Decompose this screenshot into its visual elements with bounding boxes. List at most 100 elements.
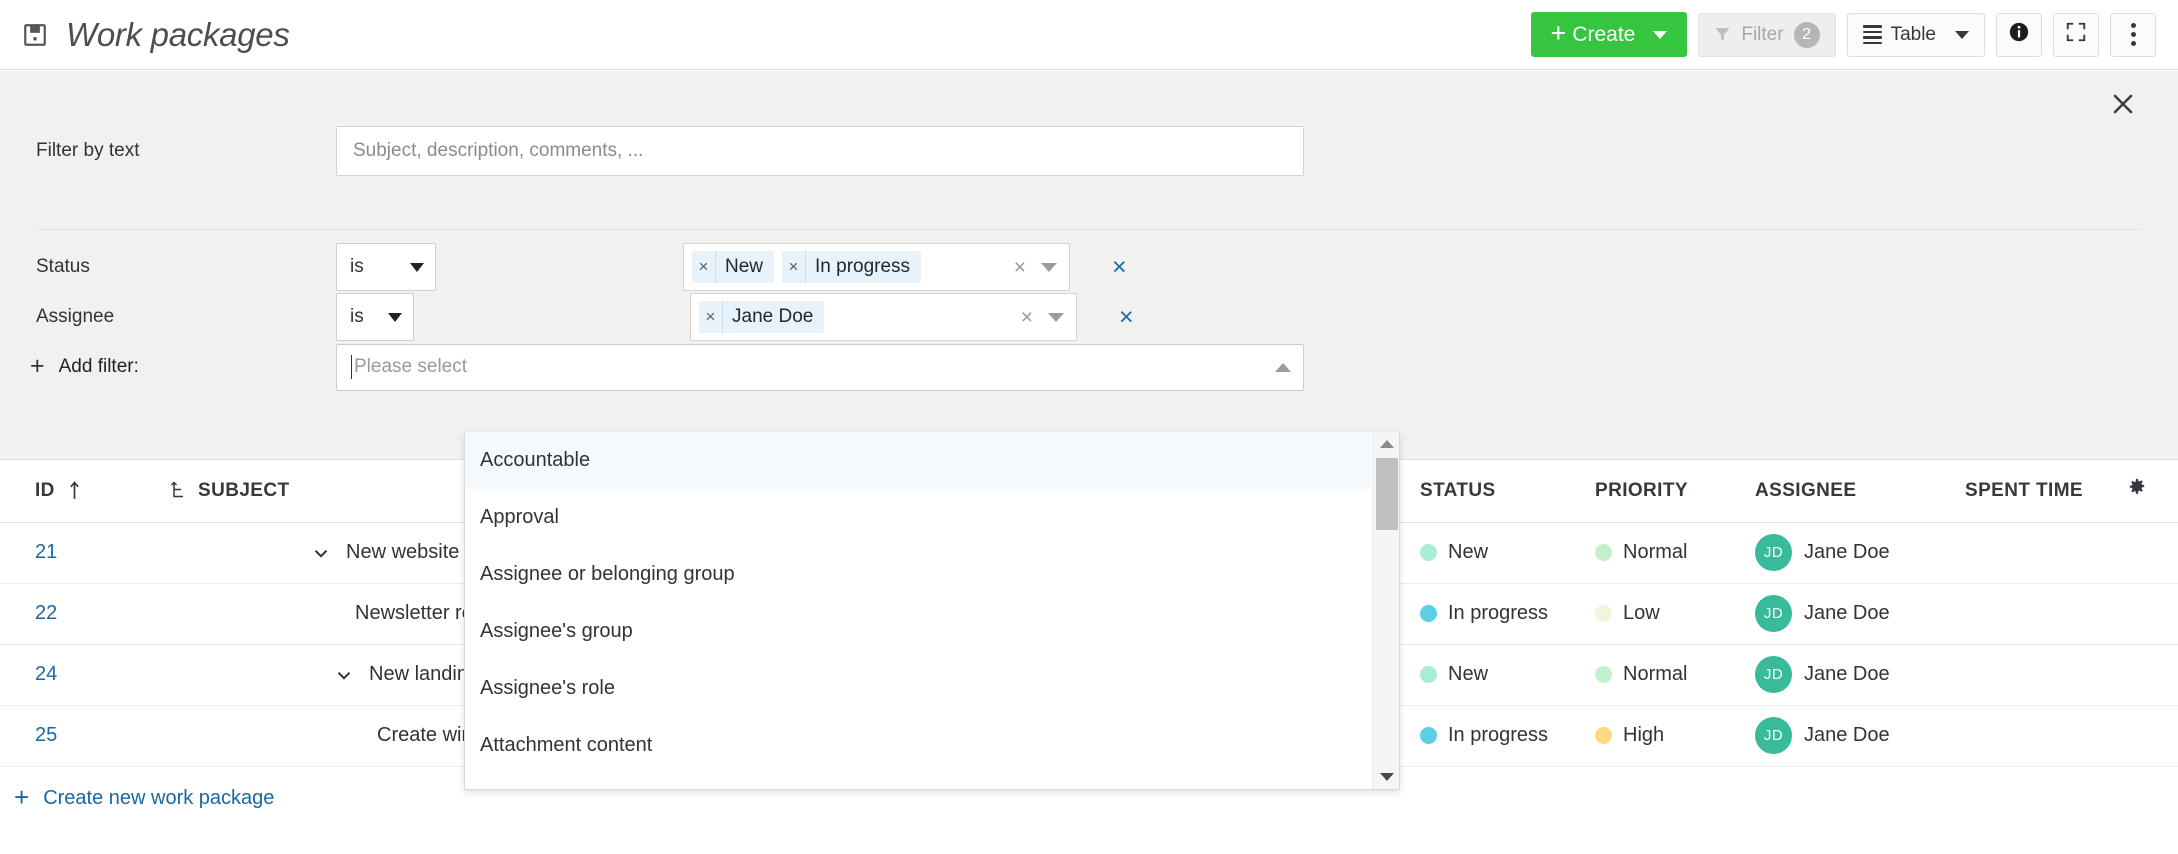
chevron-up-icon[interactable] — [1275, 363, 1291, 372]
filter-count-badge: 2 — [1794, 22, 1820, 48]
chevron-down-icon — [410, 263, 424, 272]
filter-assignee-values[interactable]: × Jane Doe × — [690, 293, 1077, 341]
info-button[interactable] — [1996, 13, 2042, 57]
dropdown-option-accountable[interactable]: Accountable — [465, 432, 1371, 489]
cell-status[interactable]: In progress — [1420, 583, 1595, 644]
cell-id[interactable]: 22 — [0, 583, 170, 644]
dropdown-option-assignee-or-belonging-group[interactable]: Assignee or belonging group — [465, 546, 1371, 603]
avatar: JD — [1755, 534, 1792, 571]
plus-icon: + — [14, 784, 29, 810]
status-dot — [1420, 727, 1437, 744]
column-header-assignee[interactable]: ASSIGNEE — [1755, 460, 1965, 522]
filter-assignee-operator-select[interactable]: is — [336, 293, 414, 341]
cell-id[interactable]: 24 — [0, 644, 170, 705]
add-filter-select[interactable]: Please select — [336, 344, 1304, 391]
cell-priority[interactable]: High — [1595, 705, 1755, 766]
filter-chip-status-new[interactable]: × New — [692, 251, 774, 283]
cell-spent-time[interactable] — [1965, 705, 2095, 766]
column-header-status[interactable]: STATUS — [1420, 460, 1595, 522]
chip-remove-icon[interactable]: × — [782, 251, 806, 283]
chip-remove-icon[interactable]: × — [699, 301, 723, 333]
dropdown-scrollbar[interactable] — [1372, 432, 1399, 789]
subject-text: New website — [346, 541, 459, 564]
plus-icon: + — [30, 354, 45, 379]
cell-spent-time[interactable] — [1965, 583, 2095, 644]
dropdown-option-attachment-content[interactable]: Attachment content — [465, 717, 1371, 774]
column-header-spent-time-label: SPENT TIME — [1965, 480, 2083, 501]
more-menu-button[interactable] — [2110, 13, 2156, 57]
add-filter-option-list: Accountable Approval Assignee or belongi… — [465, 432, 1371, 789]
column-header-id[interactable]: ID — [0, 460, 170, 522]
add-filter-label: Add filter: — [59, 356, 139, 378]
assignee-name: Jane Doe — [1804, 724, 1890, 747]
cell-id[interactable]: 21 — [0, 522, 170, 583]
filter-assignee-operator-value: is — [350, 306, 364, 328]
cell-priority[interactable]: Normal — [1595, 644, 1755, 705]
sort-ascending-icon — [67, 481, 82, 500]
remove-assignee-filter-button[interactable]: × — [1119, 305, 1134, 330]
column-settings-button[interactable] — [2095, 460, 2178, 522]
cell-row-actions — [2095, 705, 2178, 766]
filter-status-operator-select[interactable]: is — [336, 243, 436, 291]
dropdown-option-assignees-role[interactable]: Assignee's role — [465, 660, 1371, 717]
cell-spent-time[interactable] — [1965, 522, 2095, 583]
table-view-button[interactable]: Table — [1847, 13, 1985, 57]
filter-row-add: + Add filter: Please select — [0, 341, 2178, 393]
cell-priority[interactable]: Low — [1595, 583, 1755, 644]
cell-assignee[interactable]: JD Jane Doe — [1755, 705, 1965, 766]
cell-row-actions — [2095, 522, 2178, 583]
cell-priority[interactable]: Normal — [1595, 522, 1755, 583]
chevron-down-icon — [388, 313, 402, 322]
collapse-chevron-icon[interactable] — [310, 542, 332, 564]
priority-dot — [1595, 605, 1612, 622]
status-label: In progress — [1448, 724, 1548, 747]
filter-button[interactable]: Filter 2 — [1698, 13, 1835, 57]
dropdown-option-approval[interactable]: Approval — [465, 489, 1371, 546]
filter-status-value-actions: × — [1014, 257, 1061, 278]
scroll-down-button[interactable] — [1373, 765, 1400, 789]
funnel-icon — [1714, 26, 1731, 43]
filter-chip-status-in-progress[interactable]: × In progress — [782, 251, 921, 283]
add-filter-placeholder: Please select — [354, 356, 467, 378]
floppy-disk-icon[interactable] — [22, 22, 48, 48]
cell-id[interactable]: 25 — [0, 705, 170, 766]
filter-by-text-input[interactable] — [336, 126, 1304, 176]
remove-status-filter-button[interactable]: × — [1112, 255, 1127, 280]
cell-status[interactable]: In progress — [1420, 705, 1595, 766]
chip-remove-icon[interactable]: × — [692, 251, 716, 283]
filter-row-assignee: Assignee is × Jane Doe × × — [0, 291, 2178, 343]
chevron-down-icon[interactable] — [1041, 263, 1057, 272]
clear-values-icon[interactable]: × — [1021, 307, 1033, 328]
scrollbar-thumb[interactable] — [1376, 458, 1398, 530]
chevron-down-icon[interactable] — [1048, 313, 1064, 322]
kebab-menu-icon — [2131, 23, 2136, 46]
work-packages-page: Work packages + Create Filter 2 Table — [0, 0, 2178, 854]
clear-values-icon[interactable]: × — [1014, 257, 1026, 278]
triangle-up-icon — [1380, 440, 1394, 448]
filter-chip-assignee-jane-doe[interactable]: × Jane Doe — [699, 301, 824, 333]
chevron-down-icon — [1653, 31, 1667, 39]
status-label: In progress — [1448, 602, 1548, 625]
cell-status[interactable]: New — [1420, 644, 1595, 705]
filter-status-operator-value: is — [350, 256, 364, 278]
filter-assignee-value-actions: × — [1021, 307, 1068, 328]
dropdown-option-assignees-group[interactable]: Assignee's group — [465, 603, 1371, 660]
cell-spent-time[interactable] — [1965, 644, 2095, 705]
cell-status[interactable]: New — [1420, 522, 1595, 583]
priority-dot — [1595, 727, 1612, 744]
fullscreen-button[interactable] — [2053, 13, 2099, 57]
scroll-up-button[interactable] — [1373, 432, 1400, 456]
collapse-chevron-icon[interactable] — [333, 664, 355, 686]
create-button[interactable]: + Create — [1531, 12, 1688, 57]
cell-assignee[interactable]: JD Jane Doe — [1755, 644, 1965, 705]
cell-assignee[interactable]: JD Jane Doe — [1755, 522, 1965, 583]
filter-status-values[interactable]: × New × In progress × — [683, 243, 1070, 291]
column-header-priority[interactable]: PRIORITY — [1595, 460, 1755, 522]
avatar: JD — [1755, 595, 1792, 632]
cell-assignee[interactable]: JD Jane Doe — [1755, 583, 1965, 644]
chip-label: New — [716, 251, 774, 283]
filter-status-label: Status — [0, 256, 336, 278]
plus-icon: + — [1551, 20, 1567, 47]
cell-row-actions — [2095, 644, 2178, 705]
column-header-spent-time[interactable]: SPENT TIME — [1965, 460, 2095, 522]
